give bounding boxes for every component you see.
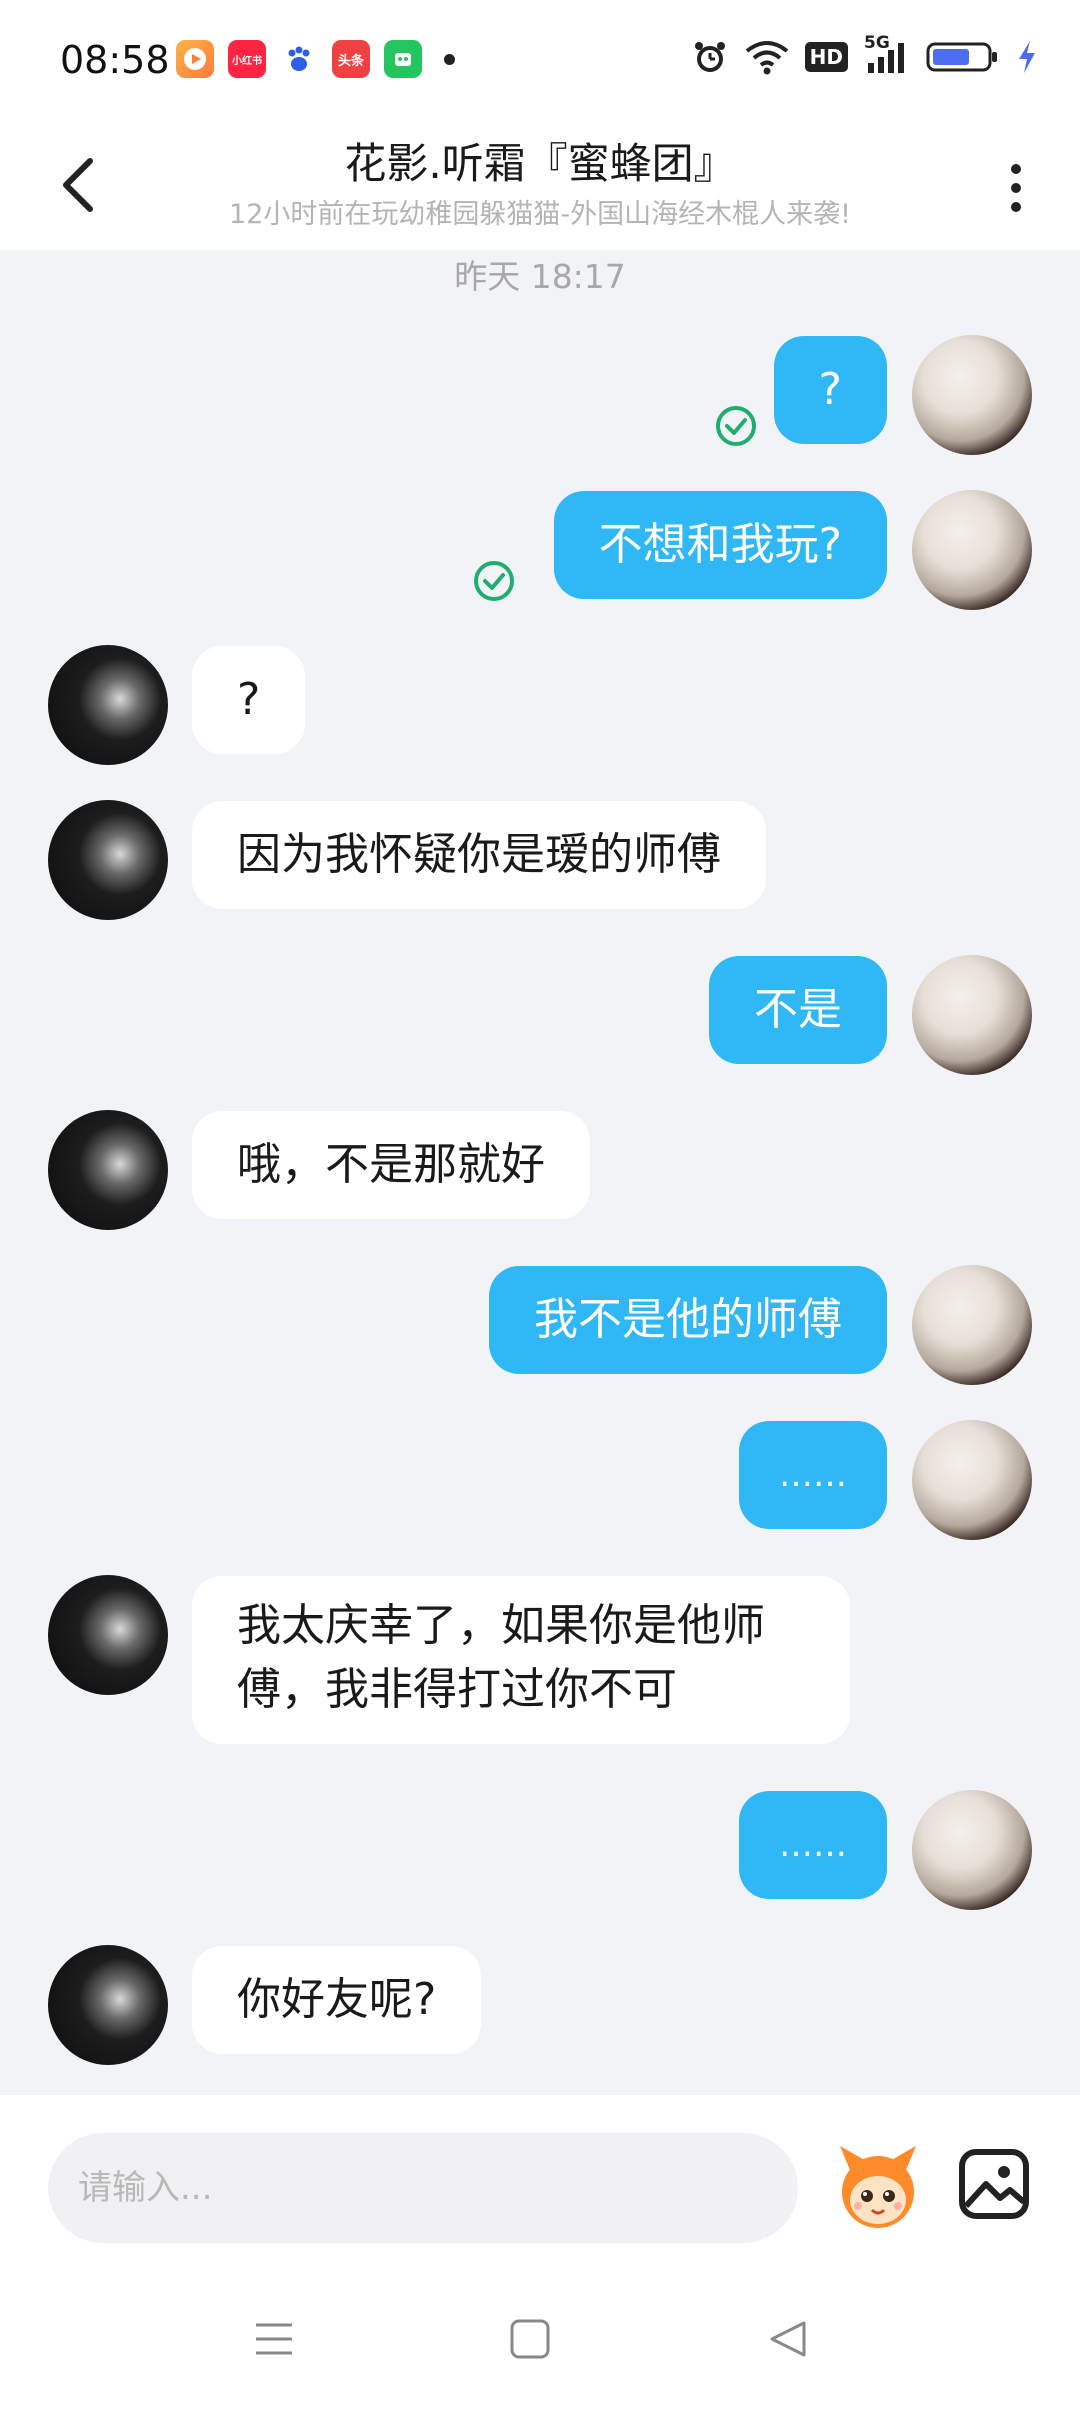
my-avatar[interactable] [912,335,1032,455]
chat-subtitle: 12小时前在玩幼稚园躲猫猫-外国山海经木棍人来袭! [229,199,851,230]
message-bubble[interactable]: 我太庆幸了，如果你是他师傅，我非得打过你不可 [192,1576,850,1744]
message-bubble[interactable]: ? [773,336,887,444]
contact-avatar[interactable] [48,1575,168,1695]
contact-avatar[interactable] [48,645,168,765]
my-avatar[interactable] [912,490,1032,610]
read-check-icon [474,561,514,601]
read-check-icon [716,406,756,446]
message-bubble[interactable]: 不是 [709,956,887,1064]
chat-message-list[interactable]: 昨天 18:17 ? 不想和我玩? ? 因为我怀疑你是瑷的师傅 不是 哦，不是那… [0,250,1080,2095]
image-icon [959,2149,1029,2219]
green-app-icon [384,40,422,78]
message-bubble[interactable]: …… [739,1421,887,1529]
message-bubble[interactable]: 你好友呢? [192,1946,482,2054]
my-avatar[interactable] [912,1265,1032,1385]
my-avatar[interactable] [912,955,1032,1075]
alarm-icon [691,38,729,76]
menu-button[interactable] [244,2309,304,2369]
message-bubble[interactable]: …… [739,1791,887,1899]
more-notifications-dot [444,53,455,65]
home-button[interactable] [500,2309,560,2369]
signal-icon: 5G [864,33,910,75]
battery-icon [926,39,1000,75]
system-icons: HD 5G [691,33,1038,76]
more-dot [1011,164,1021,174]
more-dot [1011,202,1021,212]
hd-icon: HD [804,42,848,72]
chat-title: 花影.听霜『蜜蜂团』 [344,139,736,188]
message-bubble[interactable]: 我不是他的师傅 [489,1266,887,1374]
mascot-emoji-icon [840,2146,916,2228]
my-avatar[interactable] [912,1790,1032,1910]
image-button[interactable] [956,2140,1032,2230]
contact-avatar[interactable] [48,800,168,920]
status-bar: 08:58 小红书 头条 HD 5G [0,0,1080,120]
message-timestamp: 昨天 18:17 [454,257,626,296]
message-input-bar [0,2095,1080,2275]
back-triangle-icon [770,2321,806,2357]
my-avatar[interactable] [912,1420,1032,1540]
more-options-button[interactable] [996,148,1036,228]
back-nav-button[interactable] [758,2309,818,2369]
baidu-icon [280,40,318,78]
more-dot [1011,183,1021,193]
message-bubble[interactable]: 因为我怀疑你是瑷的师傅 [192,801,766,909]
emoji-button[interactable] [830,2140,926,2236]
system-navigation-bar [0,2275,1080,2412]
message-bubble[interactable]: 哦，不是那就好 [192,1111,590,1219]
notification-icons: 小红书 头条 [176,40,455,78]
contact-avatar[interactable] [48,1110,168,1230]
charging-icon [1016,39,1038,75]
video-app-icon [176,40,214,78]
chat-header: 花影.听霜『蜜蜂团』 12小时前在玩幼稚园躲猫猫-外国山海经木棍人来袭! [0,120,1080,250]
status-time: 08:58 [60,38,170,82]
message-bubble[interactable]: 不想和我玩? [553,491,887,599]
message-input[interactable] [48,2133,798,2243]
wifi-icon [745,39,789,75]
xiaohongshu-icon: 小红书 [228,40,266,78]
menu-icon [256,2323,292,2355]
contact-avatar[interactable] [48,1945,168,2065]
toutiao-icon: 头条 [332,40,370,78]
message-bubble[interactable]: ? [192,646,306,754]
home-icon [510,2319,550,2359]
